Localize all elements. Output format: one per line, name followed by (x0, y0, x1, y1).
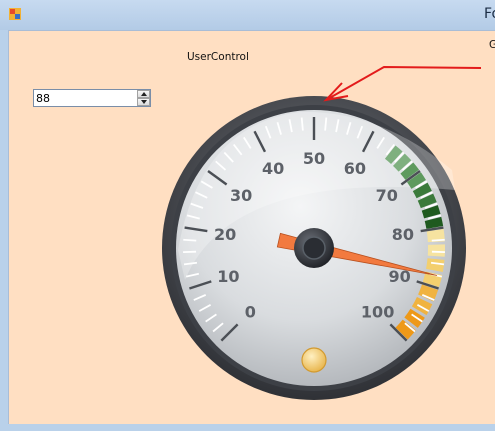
gauge-overlay: 0102030405060708090100 (162, 65, 482, 400)
gauge-tick-label: 60 (344, 159, 366, 178)
gauge-hub-center (302, 236, 326, 260)
gauge-tick-label: 100 (361, 303, 394, 322)
gauge-tick-label: 0 (245, 303, 256, 322)
gauge-tick-label: 20 (214, 225, 236, 244)
form-window: Fo UserControl G (0, 0, 495, 431)
gauge-band-segment (427, 244, 446, 257)
gauge-bottom-knob[interactable] (301, 347, 327, 373)
gauge-tick-label: 10 (217, 267, 239, 286)
annotation-arrow (323, 65, 482, 102)
gauge-tick-label: 30 (230, 186, 252, 205)
gauge-minor-tick (324, 117, 328, 131)
gauge-tick-label: 70 (376, 186, 398, 205)
gauge-minor-tick (183, 238, 197, 242)
gauge-minor-tick (300, 117, 304, 131)
gauge-tick-label: 50 (303, 149, 325, 168)
gauge-tick-label: 80 (392, 225, 414, 244)
gauge-minor-tick (431, 238, 445, 242)
gauge-tick-label: 40 (262, 159, 284, 178)
